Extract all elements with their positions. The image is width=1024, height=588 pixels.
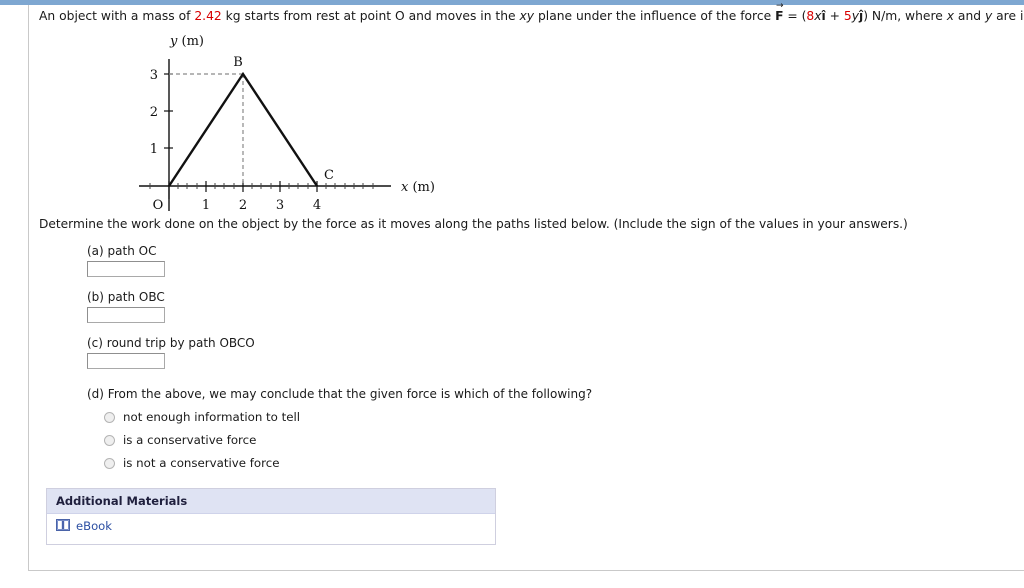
stem-text-3: plane under the influence of the force: [534, 9, 776, 23]
y-tick-label-1: 1: [150, 142, 158, 157]
vector-arrow-icon: →: [776, 1, 784, 11]
radio-option-label: is a conservative force: [123, 433, 257, 447]
problem-statement: An object with a mass of 2.42 kg starts …: [39, 2, 1024, 25]
coefficient-y: 5: [843, 9, 852, 23]
x-tick-label-4: 4: [313, 198, 321, 211]
additional-materials-body: eBook: [47, 514, 495, 544]
stem-eq-close: ) N/m, where: [863, 9, 947, 23]
y-tick-label-2: 2: [150, 105, 158, 120]
instruction-text: Determine the work done on the object by…: [39, 217, 908, 231]
radio-option-is-conservative[interactable]: is a conservative force: [104, 433, 1019, 447]
figure-path-diagram: 3 2 1 1 2 3 4 O B C y (m) x (m): [39, 31, 469, 211]
point-label-b: B: [233, 55, 243, 70]
answer-input-b[interactable]: [87, 307, 165, 323]
answer-input-a[interactable]: [87, 261, 165, 277]
radio-option-not-enough-info[interactable]: not enough information to tell: [104, 410, 1019, 424]
answer-input-c[interactable]: [87, 353, 165, 369]
radio-button-icon[interactable]: [104, 434, 115, 446]
x-axis-major-ticks: [168, 181, 318, 199]
plane-label: xy: [519, 9, 535, 23]
mass-value: 2.42: [194, 9, 222, 23]
variable-x: x: [814, 9, 822, 23]
questions-block: (a) path OC (b) path OBC (c) round trip …: [87, 244, 1019, 470]
force-vector-symbol: → F: [775, 2, 784, 25]
stem-plus: +: [825, 9, 844, 23]
question-label-b: (b) path OBC: [87, 290, 165, 304]
radio-button-icon[interactable]: [104, 457, 115, 469]
variable-x-2: x: [946, 9, 954, 23]
x-tick-label-3: 3: [276, 198, 284, 211]
book-icon: [56, 518, 70, 534]
variable-y: y: [851, 9, 859, 23]
stem-text-4: are in meters.: [996, 9, 1024, 23]
question-page: An object with a mass of 2.42 kg starts …: [28, 2, 1024, 571]
x-axis-tick-labels: 1 2 3 4 O: [153, 198, 321, 211]
point-label-c: C: [324, 168, 334, 183]
stem-eq-open: = (: [783, 9, 807, 23]
content-area: An object with a mass of 2.42 kg starts …: [39, 2, 1024, 545]
x-tick-label-2: 2: [239, 198, 247, 211]
additional-materials-panel: Additional Materials eBook: [46, 488, 496, 545]
question-label-a: (a) path OC: [87, 244, 157, 258]
graph-svg: 3 2 1 1 2 3 4 O B C y (m) x (m): [139, 34, 435, 211]
radio-option-is-not-conservative[interactable]: is not a conservative force: [104, 456, 1019, 470]
ebook-link[interactable]: eBook: [76, 519, 112, 533]
radio-button-icon[interactable]: [104, 411, 115, 423]
force-symbol-letter: F: [775, 9, 784, 23]
y-axis-title: y (m): [169, 34, 204, 49]
y-tick-label-3: 3: [150, 68, 158, 83]
stem-text-1: An object with a mass of: [39, 9, 195, 23]
additional-materials-header: Additional Materials: [47, 489, 495, 514]
x-tick-label-1: 1: [202, 198, 210, 211]
question-label-d: (d) From the above, we may conclude that…: [87, 387, 593, 401]
y-axis-tick-labels: 3 2 1: [150, 68, 158, 157]
origin-label: O: [153, 198, 164, 211]
radio-option-label: not enough information to tell: [123, 410, 301, 424]
x-axis-title: x (m): [401, 180, 435, 195]
question-label-c: (c) round trip by path OBCO: [87, 336, 255, 350]
radio-option-label: is not a conservative force: [123, 456, 280, 470]
stem-text-2: kg starts from rest at point O and moves…: [221, 9, 520, 23]
stem-and: and: [954, 9, 985, 23]
